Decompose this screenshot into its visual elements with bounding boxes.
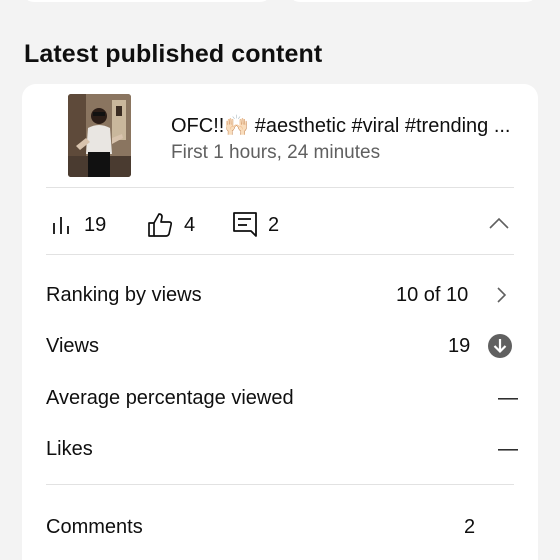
metric-value: 19	[448, 335, 471, 357]
previous-card-left	[22, 0, 272, 2]
thumbnail-image	[68, 94, 131, 177]
thumbs-up-icon	[146, 211, 174, 239]
video-subtitle: First 1 hours, 24 minutes	[171, 142, 381, 163]
metric-likes: Likes —	[22, 428, 538, 468]
metric-value: —	[498, 387, 518, 409]
metric-views: Views 19	[22, 325, 538, 365]
metric-value: 10 of 10	[396, 284, 469, 306]
metric-comments: Comments 2	[22, 506, 538, 546]
latest-content-card: OFC!!🙌🏻 #aesthetic #viral #trending ... …	[22, 84, 538, 560]
video-row[interactable]: OFC!!🙌🏻 #aesthetic #viral #trending ... …	[22, 84, 538, 188]
likes-count: 4	[184, 213, 196, 236]
collapse-button[interactable]	[484, 210, 514, 240]
section-title: Latest published content	[24, 40, 323, 68]
metric-label: Ranking by views	[46, 284, 202, 306]
metric-label: Likes	[46, 438, 93, 460]
views-count: 19	[84, 213, 107, 236]
chevron-up-icon	[488, 216, 510, 235]
divider	[46, 484, 514, 485]
metric-label: Views	[46, 335, 99, 357]
likes-stat: 4	[146, 210, 195, 240]
comment-icon	[232, 211, 258, 239]
bar-chart-icon	[50, 213, 74, 237]
video-title[interactable]: OFC!!🙌🏻 #aesthetic #viral #trending ...	[171, 113, 521, 138]
comments-count: 2	[268, 213, 280, 236]
metric-value: 2	[464, 516, 476, 538]
metric-label: Average percentage viewed	[46, 387, 294, 409]
metric-ranking[interactable]: Ranking by views 10 of 10	[22, 274, 538, 314]
stats-row: 19 4 2	[22, 188, 538, 254]
arrow-down-circle-icon	[487, 333, 513, 359]
divider	[46, 254, 514, 255]
chevron-right-icon[interactable]	[488, 282, 514, 308]
metric-average-percentage-viewed: Average percentage viewed —	[22, 377, 538, 417]
metric-label: Comments	[46, 516, 143, 538]
video-thumbnail[interactable]	[68, 94, 131, 177]
previous-card-right	[288, 0, 538, 2]
analytics-page: Latest published content OFC!!�	[0, 0, 560, 560]
views-stat: 19	[50, 210, 106, 240]
comments-stat: 2	[232, 210, 279, 240]
metric-value: —	[498, 438, 518, 460]
